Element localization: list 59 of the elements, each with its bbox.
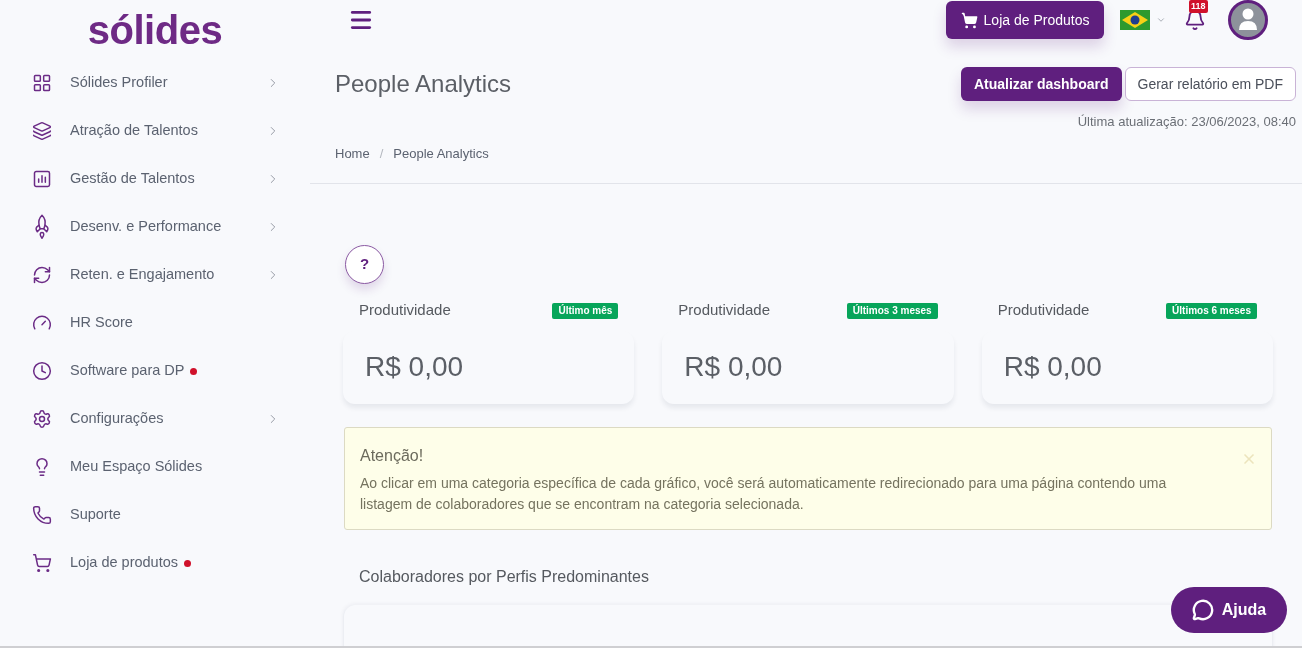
kpi-label: Produtividade [359,300,451,321]
settings-icon [32,409,52,429]
sidebar-item-label: Suporte [70,505,121,525]
layers-icon [32,121,52,141]
sidebar-item[interactable]: Meu Espaço Sólides [0,443,310,491]
sidebar-item-label: Meu Espaço Sólides [70,457,203,477]
grid-icon [32,73,52,93]
chat-bubble-icon [1191,599,1214,621]
sidebar-item-label: Reten. e Engajamento [70,265,215,285]
help-button[interactable]: ? [345,244,384,284]
alert-message: Ao clicar em uma categoria específica de cada gráfico, você será automaticamente redirecionado para uma página contendo uma listagem de colaboradores que se encontram na categoria selecionada. [360,473,1168,514]
store-button[interactable]: Loja de Produtos [946,1,1104,39]
sidebar-item-label: Loja de produtos [70,553,179,573]
logo[interactable]: sólides [87,9,223,50]
period-tag: Últimos 6 meses [1166,302,1257,319]
help-chat-button[interactable]: Ajuda [1171,587,1287,633]
notification-count: 118 [1189,0,1208,13]
gauge-icon [32,313,52,333]
sidebar-item[interactable]: Suporte [0,491,310,539]
update-dashboard-button[interactable]: Atualizar dashboard [960,67,1122,101]
sidebar-item-label: Desenv. e Performance [70,217,222,237]
page-title: People Analytics [335,69,512,99]
kpi-label: Produtividade [997,300,1090,321]
sidebar-item[interactable]: Sólides Profiler [0,59,310,107]
sidebar-item-label: Atração de Talentos [70,121,198,141]
kpi-label: Produtividade [678,300,771,321]
bar-chart-icon [32,169,52,189]
sidebar-item[interactable]: Atração de Talentos [0,107,310,155]
kpi-value: R$ 0,00 [684,350,783,384]
cart-icon [32,553,52,573]
cart-icon [960,11,978,29]
period-tag: Últimos 3 meses [846,302,938,319]
alert-title: Atenção! [360,445,425,466]
sidebar-item[interactable]: Software para DP [0,347,310,395]
breadcrumb-current: People Analytics [393,144,489,163]
sidebar-item[interactable]: Gestão de Talentos [0,155,310,203]
pdf-report-button[interactable]: Gerar relatório em PDF [1124,67,1296,101]
sidebar-item[interactable]: Desenv. e Performance [0,203,310,251]
sidebar-item[interactable]: Loja de produtos [0,539,310,587]
section-title: Colaboradores por Perfis Predominantes [358,566,650,587]
period-tag: Último mês [552,302,619,319]
sidebar-item-label: Configurações [70,409,164,429]
sidebar-item-label: Sólides Profiler [70,73,168,93]
sidebar-item-label: Software para DP [70,361,185,381]
breadcrumb-separator: / [379,144,384,163]
clock-icon [32,361,52,381]
avatar-icon[interactable] [1228,0,1268,40]
phone-icon [32,505,52,525]
kpi-value: R$ 0,00 [365,350,464,384]
sidebar-item-label: HR Score [70,313,133,333]
kpi-value: R$ 0,00 [1003,350,1102,384]
sidebar-item[interactable]: HR Score [0,299,310,347]
breadcrumb-link[interactable]: Home [335,143,370,164]
sidebar-item[interactable]: Configurações [0,395,310,443]
last-update-text: Última atualização: 23/06/2023, 08:40 [1077,113,1296,131]
refresh-icon [32,265,52,285]
flag-icon [1120,10,1150,30]
sidebar-item[interactable]: Reten. e Engajamento [0,251,310,299]
sidebar-item-label: Gestão de Talentos [70,169,195,189]
